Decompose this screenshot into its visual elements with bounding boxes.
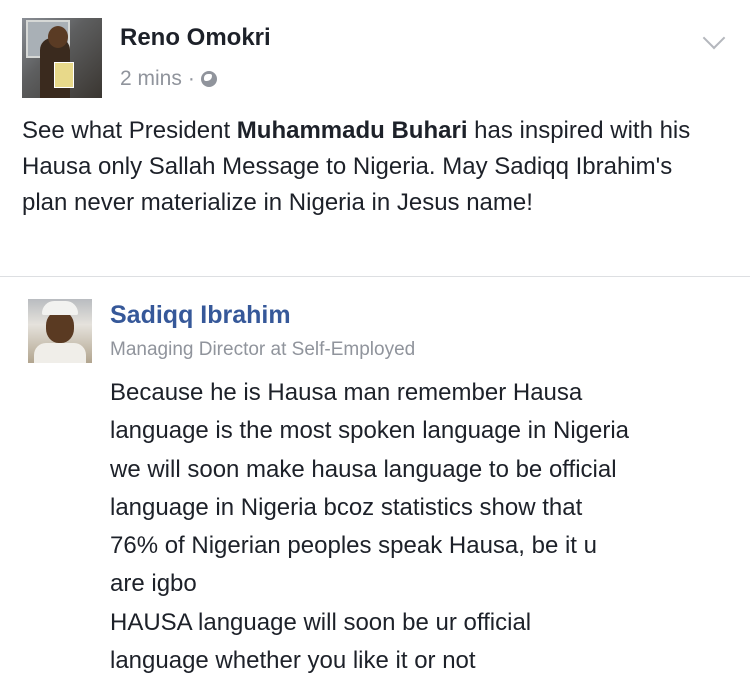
post-meta: 2 mins · [120,67,217,91]
avatar-head [48,26,68,48]
shared-comment: Sadiqq Ibrahim Managing Director at Self… [28,297,728,686]
author-name[interactable]: Reno Omokri [120,24,271,52]
comment-line: 76% of Nigerian peoples speak Hausa, be … [110,532,597,560]
post-header: Reno Omokri 2 mins · [22,18,728,98]
comment-line: language whether you like it or not [110,647,476,675]
chevron-down-icon[interactable] [702,26,726,50]
comment-line: language is the most spoken language in … [110,417,630,445]
avatar-face [46,311,74,343]
comment-text: Because he is Hausa man remember Hausa l… [110,374,730,680]
avatar-book [54,62,74,88]
post-timestamp[interactable]: 2 mins [120,67,182,91]
meta-separator: · [187,67,195,90]
avatar-shirt [34,343,86,363]
commenter-role: Managing Director at Self-Employed [110,339,416,360]
commenter-avatar[interactable] [28,299,92,363]
comment-line: HAUSA language will soon be ur official [110,608,532,636]
globe-icon[interactable] [200,71,217,87]
comment-line: we will soon make hausa language to be o… [110,455,617,483]
author-avatar[interactable] [22,18,102,98]
commenter-name[interactable]: Sadiqq Ibrahim [110,301,291,330]
avatar-cap [42,301,78,315]
comment-line: language in Nigeria bcoz statistics show… [110,493,583,521]
post-text-start: See what President [22,117,237,144]
comment-line: are igbo [110,570,197,598]
divider [0,276,750,277]
mentioned-name[interactable]: Muhammadu Buhari [237,117,468,144]
post-text: See what President Muhammadu Buhari has … [22,113,722,221]
comment-line: Because he is Hausa man remember Hausa [110,379,583,406]
